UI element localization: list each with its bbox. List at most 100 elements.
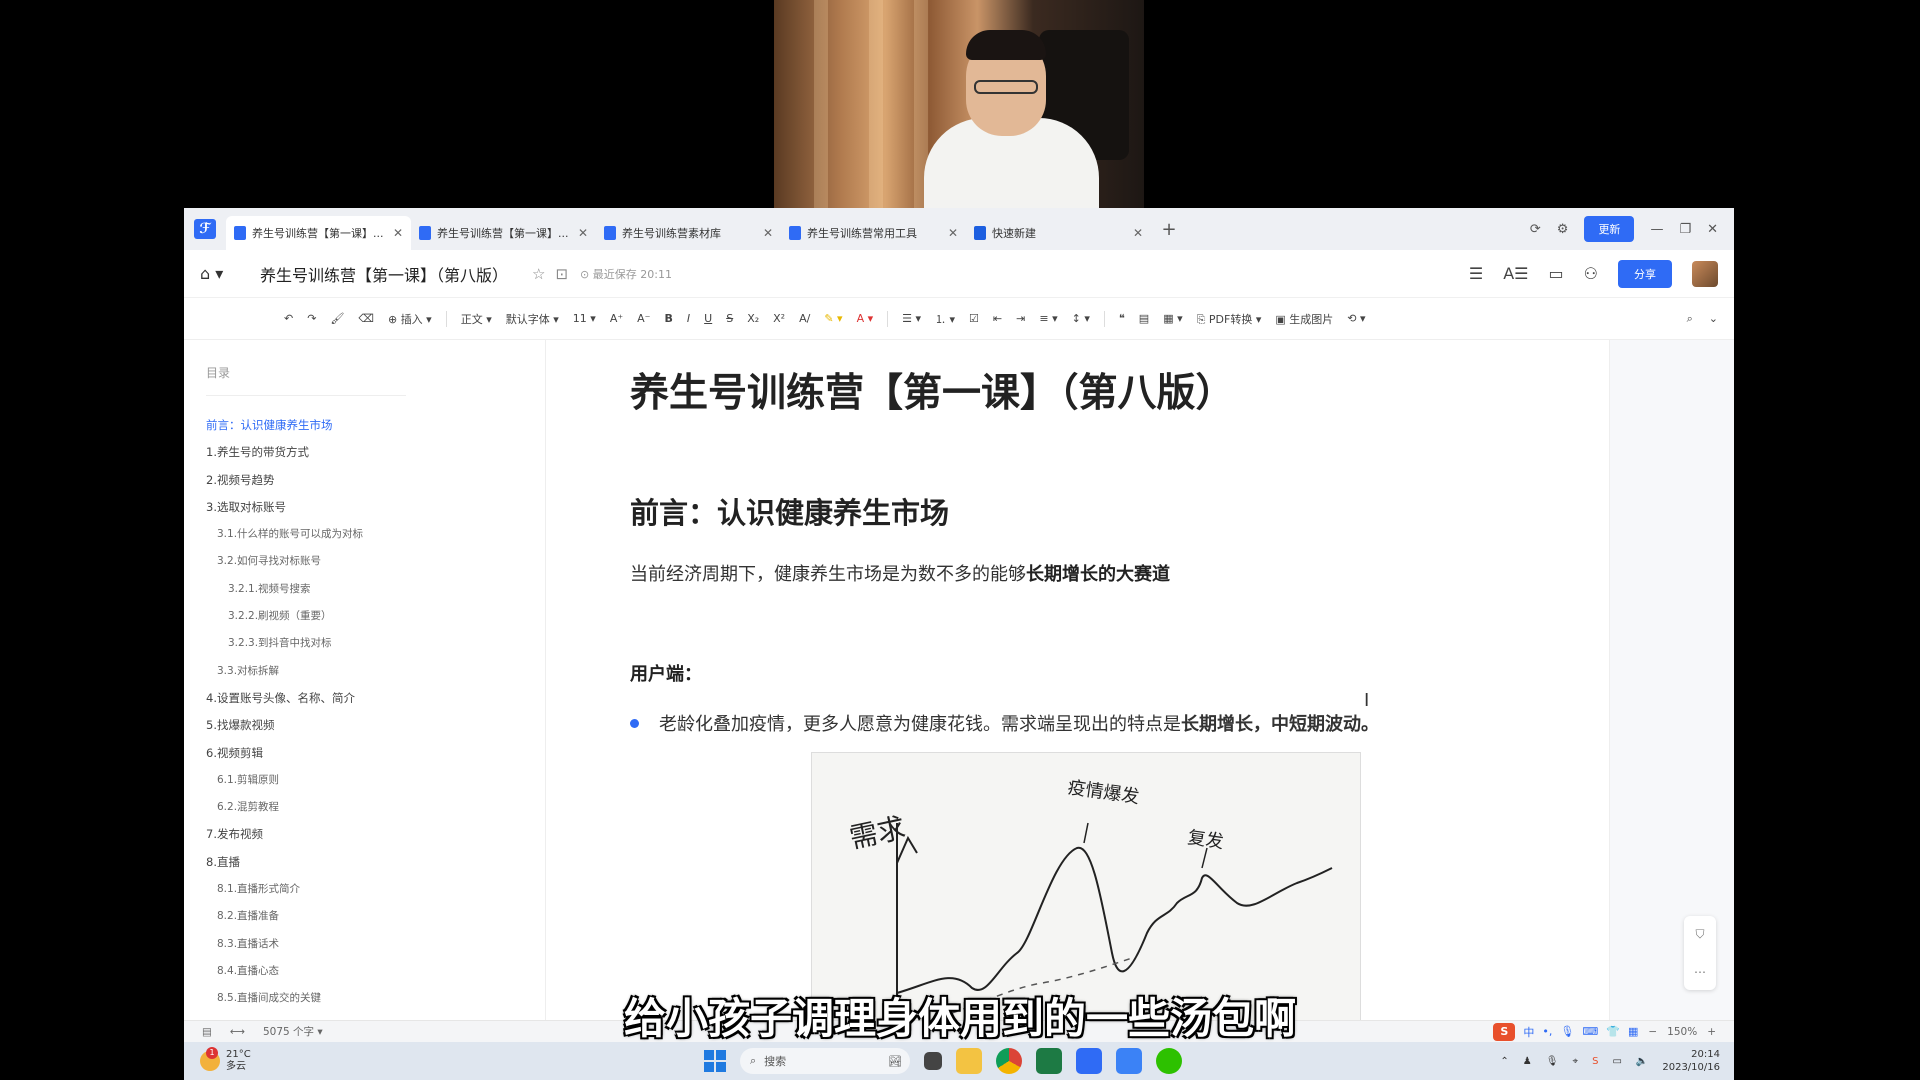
task-view-icon[interactable] (924, 1052, 942, 1070)
generate-image-button[interactable]: ▣ 生成图片 (1275, 311, 1333, 327)
tab-doc-1[interactable]: 养生号训练营【第一课】... ✕ (226, 216, 411, 250)
tab-doc-3[interactable]: 养生号训练营素材库 ✕ (596, 216, 781, 250)
tab-doc-2[interactable]: 养生号训练营【第一课】... ✕ (411, 216, 596, 250)
microphone-tray-icon[interactable]: 🎙 (1546, 1056, 1559, 1067)
style-select[interactable]: 正文 ▾ (461, 311, 492, 327)
handwritten-sketch-image[interactable]: 需求 疫情爆发 复发 (811, 752, 1361, 1020)
share-button[interactable]: 分享 (1618, 259, 1672, 288)
undo-icon[interactable]: ↶ (284, 312, 293, 325)
search-icon[interactable]: ⌕ (1687, 312, 1693, 326)
network-tray-icon[interactable]: ⌖ (1572, 1056, 1578, 1067)
outline-item[interactable]: 8.3.直播话术 (206, 931, 545, 958)
align-icon[interactable]: ≡ ▾ (1039, 312, 1057, 325)
bullet-list-icon[interactable]: ☰ ▾ (902, 312, 921, 325)
highlight-icon[interactable]: ✎ ▾ (824, 312, 842, 325)
display-icon[interactable]: ▭ (1612, 1056, 1621, 1067)
new-tab-plus-icon[interactable]: + (1157, 219, 1181, 240)
file-explorer-icon[interactable] (956, 1048, 982, 1074)
close-icon[interactable]: ✕ (578, 226, 588, 240)
outline-item[interactable]: 3.2.3.到抖音中找对标 (206, 630, 545, 657)
outline-item[interactable]: 1.养生号的带货方式 (206, 439, 545, 466)
outline-item[interactable]: 2.视频号趋势 (206, 467, 545, 494)
collaborators-icon[interactable]: ⚇ (1584, 264, 1598, 283)
numbered-list-icon[interactable]: ⒈ ▾ (935, 311, 955, 327)
shirt-icon[interactable]: ⛉ (1695, 927, 1704, 942)
tab-doc-4[interactable]: 养生号训练营常用工具 ✕ (781, 216, 966, 250)
insert-button[interactable]: ⊕ 插入 ▾ (388, 311, 432, 327)
font-color-icon[interactable]: A ▾ (857, 312, 874, 325)
outline-item[interactable]: 8.直播 (206, 849, 545, 876)
outline-item[interactable]: 3.2.如何寻找对标账号 (206, 548, 545, 575)
update-button[interactable]: 更新 (1584, 216, 1635, 242)
outline-item[interactable]: 4.设置账号头像、名称、简介 (206, 685, 545, 712)
present-icon[interactable]: ▭ (1549, 264, 1564, 283)
pdf-convert-button[interactable]: ⎘ PDF转换 ▾ (1197, 311, 1262, 327)
star-icon[interactable]: ☆ (532, 265, 545, 283)
outline-item[interactable]: 8.1.直播形式简介 (206, 876, 545, 903)
close-icon[interactable]: ✕ (1133, 226, 1143, 240)
checklist-icon[interactable]: ☑ (969, 312, 979, 325)
strikethrough-icon[interactable]: S (726, 312, 733, 325)
chevron-down-icon[interactable]: ⌄ (1709, 312, 1718, 326)
outline-item[interactable]: 6.2.混剪教程 (206, 794, 545, 821)
minimize-icon[interactable]: — (1650, 222, 1663, 237)
window-close-icon[interactable]: ✕ (1707, 222, 1718, 237)
line-spacing-icon[interactable]: ↕ ▾ (1072, 312, 1090, 325)
tab-quick-new[interactable]: 快速新建 ✕ (966, 216, 1151, 250)
settings-gear-icon[interactable]: ⚙ (1557, 222, 1569, 237)
format-painter-icon[interactable]: 🖌 (330, 312, 344, 325)
eraser-icon[interactable]: ⌫ (358, 312, 374, 325)
subscript-icon[interactable]: X₂ (747, 312, 759, 325)
outline-item[interactable]: 6.视频剪辑 (206, 740, 545, 767)
comment-icon[interactable]: ▤ (1139, 312, 1149, 325)
text-effect-icon[interactable]: A/ (799, 312, 810, 325)
volume-icon[interactable]: 🔈 (1636, 1056, 1648, 1067)
clock[interactable]: 20:14 2023/10/16 (1662, 1048, 1720, 1074)
outline-item[interactable]: 3.3.对标拆解 (206, 658, 545, 685)
outline-item[interactable]: 3.选取对标账号 (206, 494, 545, 521)
sogou-tray-icon[interactable]: S (1592, 1056, 1598, 1067)
restore-icon[interactable]: ❐ (1679, 222, 1691, 237)
table-icon[interactable]: ▦ ▾ (1163, 312, 1182, 325)
wps-docs-icon[interactable] (1076, 1048, 1102, 1074)
app-logo-icon[interactable]: ℱ (184, 208, 226, 250)
outline-item[interactable]: 3.1.什么样的账号可以成为对标 (206, 521, 545, 548)
weather-widget[interactable]: 1 21°C 多云 (200, 1047, 251, 1073)
quote-icon[interactable]: ❝ (1119, 312, 1125, 325)
taskbar-search[interactable]: ⌕ 搜索 🏞 (740, 1048, 910, 1074)
italic-icon[interactable]: I (687, 312, 690, 325)
chat-app-icon[interactable] (1116, 1048, 1142, 1074)
user-avatar[interactable] (1692, 260, 1718, 287)
more-icon[interactable]: ⋯ (1694, 965, 1706, 979)
menu-icon[interactable]: ☰ (1469, 264, 1483, 283)
tray-app-icon[interactable]: ♟ (1523, 1056, 1532, 1067)
excel-icon[interactable] (1036, 1048, 1062, 1074)
outline-item[interactable]: 8.2.直播准备 (206, 903, 545, 930)
outline-item[interactable]: 5.找爆款视频 (206, 712, 545, 739)
outline-item[interactable]: 7.发布视频 (206, 821, 545, 848)
superscript-icon[interactable]: X² (773, 312, 785, 325)
outline-item[interactable]: 前言：认识健康养生市场 (206, 412, 545, 439)
close-icon[interactable]: ✕ (393, 226, 403, 240)
outdent-icon[interactable]: ⇤ (993, 312, 1002, 325)
start-menu-icon[interactable] (704, 1050, 726, 1072)
tray-expand-icon[interactable]: ⌃ (1500, 1056, 1508, 1067)
home-icon[interactable]: ⌂ ▾ (200, 264, 240, 283)
bold-icon[interactable]: B (665, 312, 673, 325)
underline-icon[interactable]: U (704, 312, 712, 325)
outline-item[interactable]: 3.2.1.视频号搜索 (206, 576, 545, 603)
indent-icon[interactable]: ⇥ (1016, 312, 1025, 325)
document-page[interactable]: 养生号训练营【第一课】（第八版） 前言：认识健康养生市场 当前经济周期下，健康养… (546, 340, 1610, 1020)
outline-item[interactable]: 8.4.直播心态 (206, 958, 545, 985)
text-format-icon[interactable]: A☰ (1503, 264, 1528, 283)
refresh-icon[interactable]: ⟳ (1530, 222, 1541, 237)
close-icon[interactable]: ✕ (948, 226, 958, 240)
font-select[interactable]: 默认字体 ▾ (506, 311, 559, 327)
outline-item[interactable]: 6.1.剪辑原则 (206, 767, 545, 794)
more-tools-icon[interactable]: ⟲ ▾ (1347, 312, 1365, 325)
document-title[interactable]: 养生号训练营【第一课】（第八版） (260, 262, 508, 286)
redo-icon[interactable]: ↷ (307, 312, 316, 325)
increase-font-icon[interactable]: A⁺ (610, 312, 623, 325)
wechat-icon[interactable] (1156, 1048, 1182, 1074)
close-icon[interactable]: ✕ (763, 226, 773, 240)
